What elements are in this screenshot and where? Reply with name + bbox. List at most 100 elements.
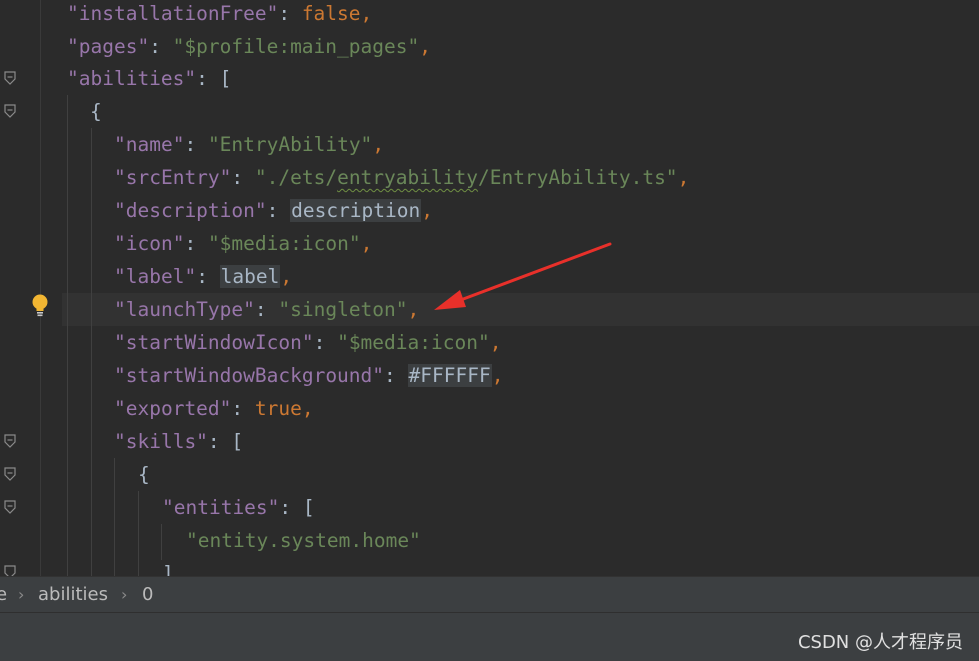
fold-marker-icon[interactable] xyxy=(4,565,16,576)
fold-marker-icon[interactable] xyxy=(4,434,16,448)
gutter-divider xyxy=(40,0,41,576)
code-line-srcEntry[interactable]: "srcEntry": "./ets/entryability/EntryAbi… xyxy=(114,161,689,194)
comma: , xyxy=(677,166,690,189)
json-value: /EntryAbility.ts" xyxy=(477,166,678,189)
json-key: "name" xyxy=(114,133,185,156)
indent-guide xyxy=(114,458,115,576)
comma: , xyxy=(360,2,373,25)
open-bracket: [ xyxy=(302,496,315,519)
json-value: true xyxy=(254,397,302,420)
comma: , xyxy=(280,265,293,288)
watermark: CSDN @人才程序员 xyxy=(797,632,963,653)
json-key: "skills" xyxy=(114,430,208,453)
breadcrumb-item-index[interactable]: 0 xyxy=(142,577,153,613)
gutter xyxy=(0,0,62,576)
code-line-installationFree[interactable]: "installationFree": false, xyxy=(67,0,372,30)
json-key: "launchType" xyxy=(114,298,255,321)
breadcrumb-item[interactable]: e xyxy=(0,577,7,613)
code-line-abilities[interactable]: "abilities": [ xyxy=(67,62,231,95)
colon: : xyxy=(149,35,173,58)
json-value: "singleton" xyxy=(278,298,408,321)
breadcrumb: e › abilities › 0 xyxy=(0,576,979,613)
json-key: "srcEntry" xyxy=(114,166,232,189)
indent-guide xyxy=(91,128,92,576)
spellcheck-word: entryability xyxy=(337,166,478,189)
unquoted-value: label xyxy=(219,265,281,288)
json-value: false xyxy=(301,2,361,25)
json-key: "description" xyxy=(114,199,267,222)
comma: , xyxy=(360,232,373,255)
red-annotation-arrow xyxy=(434,242,612,310)
colon: : xyxy=(254,298,279,321)
code-line-close-bracket[interactable]: ] xyxy=(162,557,174,576)
indent-guide xyxy=(161,524,162,560)
open-bracket: [ xyxy=(231,430,244,453)
json-value: "EntryAbility" xyxy=(207,133,373,156)
fold-marker-icon[interactable] xyxy=(4,467,16,481)
colon: : xyxy=(196,265,220,288)
code-line-label[interactable]: "label": label, xyxy=(114,260,292,293)
chevron-right-icon: › xyxy=(18,585,25,604)
colon: : xyxy=(278,2,302,25)
json-key: "exported" xyxy=(114,397,232,420)
colon: : xyxy=(231,397,255,420)
comma: , xyxy=(491,364,504,387)
json-key: "icon" xyxy=(114,232,185,255)
json-value: "entity.system.home" xyxy=(186,529,421,552)
json-key: "entities" xyxy=(162,496,280,519)
code-line-description[interactable]: "description": description, xyxy=(114,194,433,227)
code-line-startWindowBackground[interactable]: "startWindowBackground": #FFFFFF, xyxy=(114,359,503,392)
chevron-right-icon: › xyxy=(121,585,128,604)
colon: : xyxy=(184,232,208,255)
json-key: "pages" xyxy=(67,35,150,58)
code-line-open-brace[interactable]: { xyxy=(90,95,102,128)
code-line-exported[interactable]: "exported": true, xyxy=(114,392,314,425)
colon: : xyxy=(231,166,255,189)
colon: : xyxy=(384,364,408,387)
comma: , xyxy=(301,397,314,420)
comma: , xyxy=(419,35,431,58)
indent-guide xyxy=(138,491,139,576)
code-editor[interactable]: "installationFree": false, "pages": "$pr… xyxy=(0,0,979,576)
unquoted-value: description xyxy=(290,199,422,222)
code-line-entity-value[interactable]: "entity.system.home" xyxy=(186,524,421,557)
code-line-pages[interactable]: "pages": "$profile:main_pages", xyxy=(67,30,431,63)
code-line-entities[interactable]: "entities": [ xyxy=(162,491,315,524)
json-value: "$profile:main_pages" xyxy=(172,35,420,58)
code-line-icon[interactable]: "icon": "$media:icon", xyxy=(114,227,372,260)
colon: : xyxy=(184,133,208,156)
breadcrumb-item-abilities[interactable]: abilities xyxy=(38,577,108,613)
json-key: "installationFree" xyxy=(67,2,279,25)
open-brace: { xyxy=(138,463,150,486)
colon: : xyxy=(279,496,303,519)
indent-guide xyxy=(67,95,68,576)
colon: : xyxy=(266,199,291,222)
comma: , xyxy=(372,133,385,156)
open-brace: { xyxy=(90,100,102,123)
comma: , xyxy=(489,331,502,354)
open-bracket: [ xyxy=(219,67,232,90)
comma: , xyxy=(407,298,420,321)
code-line-startWindowIcon[interactable]: "startWindowIcon": "$media:icon", xyxy=(114,326,501,359)
json-value: "$media:icon" xyxy=(337,331,490,354)
fold-marker-icon[interactable] xyxy=(4,500,16,514)
lightbulb-icon[interactable] xyxy=(30,293,50,317)
code-line-skills-open-brace[interactable]: { xyxy=(138,458,150,491)
code-line-skills[interactable]: "skills": [ xyxy=(114,425,243,458)
colon: : xyxy=(196,67,220,90)
code-line-name[interactable]: "name": "EntryAbility", xyxy=(114,128,384,161)
json-key: "startWindowIcon" xyxy=(114,331,314,354)
json-key: "label" xyxy=(114,265,197,288)
comma: , xyxy=(421,199,433,222)
unquoted-value: #FFFFFF xyxy=(407,364,492,387)
fold-marker-icon[interactable] xyxy=(4,104,16,118)
fold-marker-icon[interactable] xyxy=(4,71,16,85)
json-value: "./ets/ xyxy=(254,166,338,189)
json-key: "abilities" xyxy=(67,67,197,90)
json-value: "$media:icon" xyxy=(207,232,361,255)
json-key: "startWindowBackground" xyxy=(114,364,385,387)
colon: : xyxy=(313,331,338,354)
code-line-launchType[interactable]: "launchType": "singleton", xyxy=(114,293,419,326)
colon: : xyxy=(207,430,232,453)
close-bracket: ] xyxy=(162,562,174,576)
